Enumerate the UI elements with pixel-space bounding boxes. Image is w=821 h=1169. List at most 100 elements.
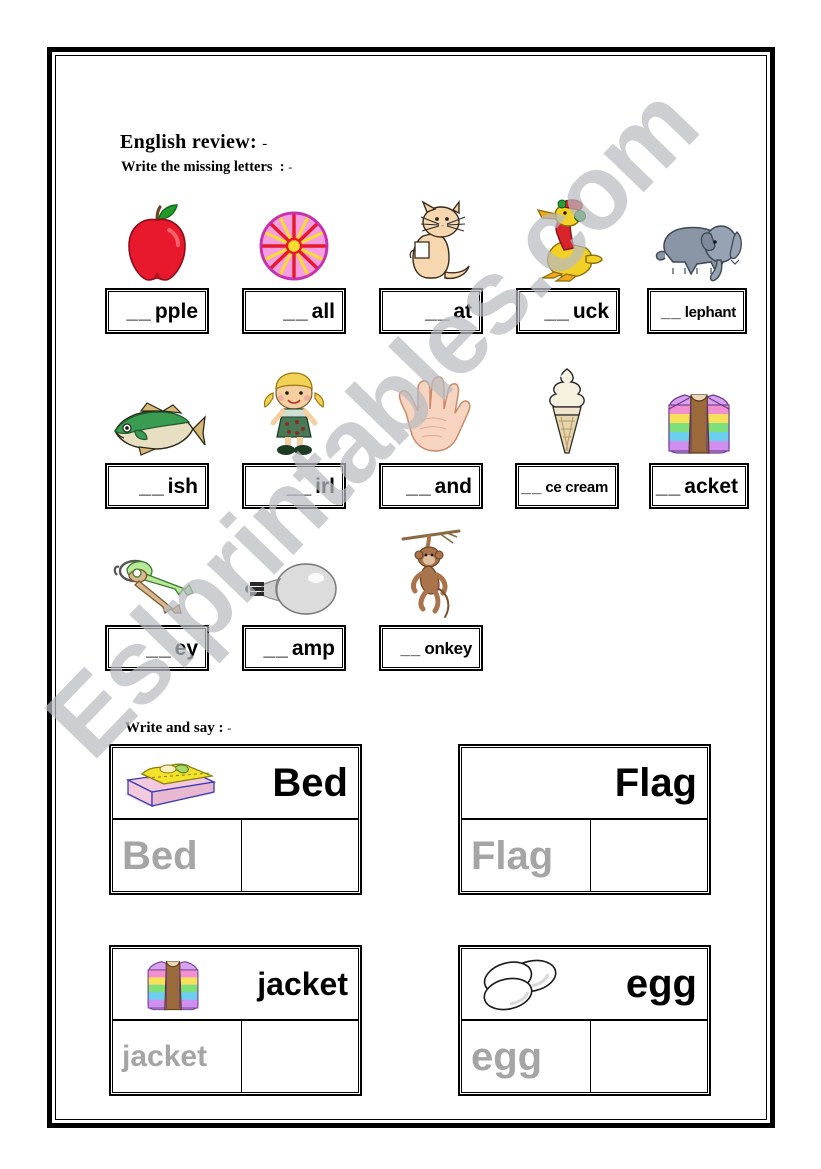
word-box-duck[interactable]: __ uck	[516, 288, 620, 334]
word-fragment-jacket: acket	[684, 474, 738, 498]
card-trace-egg: egg	[462, 1021, 591, 1092]
instruction-write-and-say: Write and say : -	[125, 720, 231, 737]
write-and-say-card-jacket[interactable]: jacket jacket	[109, 945, 362, 1096]
exercise-item-lamp: __ amp	[236, 527, 352, 671]
blank-ball: __	[283, 299, 309, 323]
card-blank-egg[interactable]	[591, 1021, 707, 1092]
blank-elephant: __	[660, 301, 682, 321]
card-trace-jacket: jacket	[113, 1021, 242, 1092]
word-box-monkey[interactable]: __ onkey	[379, 625, 483, 671]
blank-ice-cream: __	[521, 476, 543, 496]
word-box-ball[interactable]: __ all	[242, 288, 346, 334]
exercise-item-monkey: __ onkey	[373, 527, 489, 671]
page-title: English review: -	[120, 131, 268, 154]
exercise-item-key: __ ey	[99, 527, 215, 671]
blank-fish: __	[139, 474, 165, 498]
exercise-item-jacket: __ acket	[647, 365, 751, 509]
instruction-text: Write the missing letters	[121, 159, 273, 175]
instruction-colon: :	[279, 159, 285, 175]
exercise-item-hand: __ and	[373, 365, 489, 509]
word-box-ice-cream[interactable]: __ ce cream	[515, 463, 619, 509]
word-box-elephant[interactable]: __ lephant	[647, 288, 747, 334]
blank-apple: __	[126, 299, 152, 323]
ball-icon	[236, 190, 352, 282]
exercise-item-girl: __ irl	[236, 365, 352, 509]
blank-jacket: __	[655, 474, 682, 498]
girl-icon	[236, 365, 352, 457]
word-fragment-girl: irl	[315, 474, 335, 498]
word-box-hand[interactable]: __ and	[379, 463, 483, 509]
exercise-item-cat: __ at	[373, 190, 489, 334]
card-top-row-jacket: jacket	[113, 949, 358, 1021]
card-bottom-row-egg: egg	[462, 1021, 707, 1092]
word-fragment-monkey: onkey	[424, 638, 472, 658]
word-fragment-apple: pple	[154, 299, 198, 323]
word-box-key[interactable]: __ ey	[105, 625, 209, 671]
word-box-lamp[interactable]: __ amp	[242, 625, 346, 671]
card-bottom-row-flag: Flag	[462, 820, 707, 891]
word-fragment-ball: all	[311, 299, 335, 323]
word-fragment-hand: and	[434, 474, 472, 498]
exercise-item-ice-cream: __ ce cream	[509, 365, 625, 509]
write-and-say-colon: :	[218, 720, 224, 736]
write-and-say-text: Write and say	[125, 720, 215, 736]
egg-icon	[462, 949, 582, 1019]
exercise-item-elephant: __ lephant	[645, 190, 749, 334]
page-title-dash: -	[262, 136, 268, 152]
word-box-cat[interactable]: __ at	[379, 288, 483, 334]
monkey-icon	[373, 527, 489, 619]
exercise-item-ball: __ all	[236, 190, 352, 334]
card-blank-flag[interactable]	[591, 820, 707, 891]
word-box-apple[interactable]: __ pple	[105, 288, 209, 334]
word-fragment-fish: ish	[167, 474, 198, 498]
duck-icon	[510, 190, 626, 282]
blank-girl: __	[286, 474, 313, 498]
word-box-fish[interactable]: __ ish	[105, 463, 209, 509]
word-fragment-duck: uck	[572, 299, 609, 323]
blank-duck: __	[544, 299, 570, 323]
hand-icon	[373, 365, 489, 457]
write-and-say-dash: -	[227, 721, 232, 735]
blank-key: __	[146, 636, 172, 660]
worksheet-content: English review: - Write the missing lett…	[47, 47, 775, 1128]
word-fragment-cat: at	[453, 299, 472, 323]
card-trace-bed: Bed	[113, 820, 242, 891]
write-and-say-card-bed[interactable]: Bed Bed	[109, 744, 362, 895]
word-box-jacket[interactable]: __ acket	[649, 463, 749, 509]
exercise-item-fish: __ ish	[99, 365, 215, 509]
word-fragment-elephant: lephant	[684, 303, 737, 321]
card-top-row-bed: Bed	[113, 748, 358, 820]
apple-icon	[99, 190, 215, 282]
card-blank-jacket[interactable]	[242, 1021, 358, 1092]
blank-lamp: __	[263, 636, 289, 660]
blank-monkey: __	[400, 638, 422, 658]
card-word-bed: Bed	[272, 761, 348, 805]
card-word-flag: Flag	[614, 761, 697, 805]
exercise-item-duck: __ uck	[510, 190, 626, 334]
blank-hand: __	[406, 474, 432, 498]
page-title-colon: :	[249, 131, 257, 153]
card-word-egg: egg	[625, 962, 697, 1006]
page-title-text: English review	[120, 131, 250, 153]
instruction-dash: -	[288, 160, 293, 174]
write-and-say-card-flag[interactable]: Flag Flag	[458, 744, 711, 895]
jacket-icon	[113, 949, 233, 1019]
card-blank-bed[interactable]	[242, 820, 358, 891]
word-box-girl[interactable]: __ irl	[242, 463, 346, 509]
ice-cream-icon	[509, 365, 625, 457]
card-top-row-egg: egg	[462, 949, 707, 1021]
fish-icon	[99, 365, 215, 457]
card-top-row-flag: Flag	[462, 748, 707, 820]
jacket-icon	[647, 365, 751, 457]
blank-cat: __	[424, 299, 451, 323]
bed-icon	[113, 748, 233, 818]
cat-icon	[373, 190, 489, 282]
lamp-icon	[236, 527, 352, 619]
card-word-jacket: jacket	[257, 966, 348, 1002]
word-fragment-lamp: amp	[291, 636, 335, 660]
elephant-icon	[645, 190, 749, 282]
instruction-missing-letters: Write the missing letters : -	[121, 159, 292, 176]
flag-icon-missing	[462, 748, 582, 818]
write-and-say-card-egg[interactable]: egg egg	[458, 945, 711, 1096]
card-bottom-row-bed: Bed	[113, 820, 358, 891]
